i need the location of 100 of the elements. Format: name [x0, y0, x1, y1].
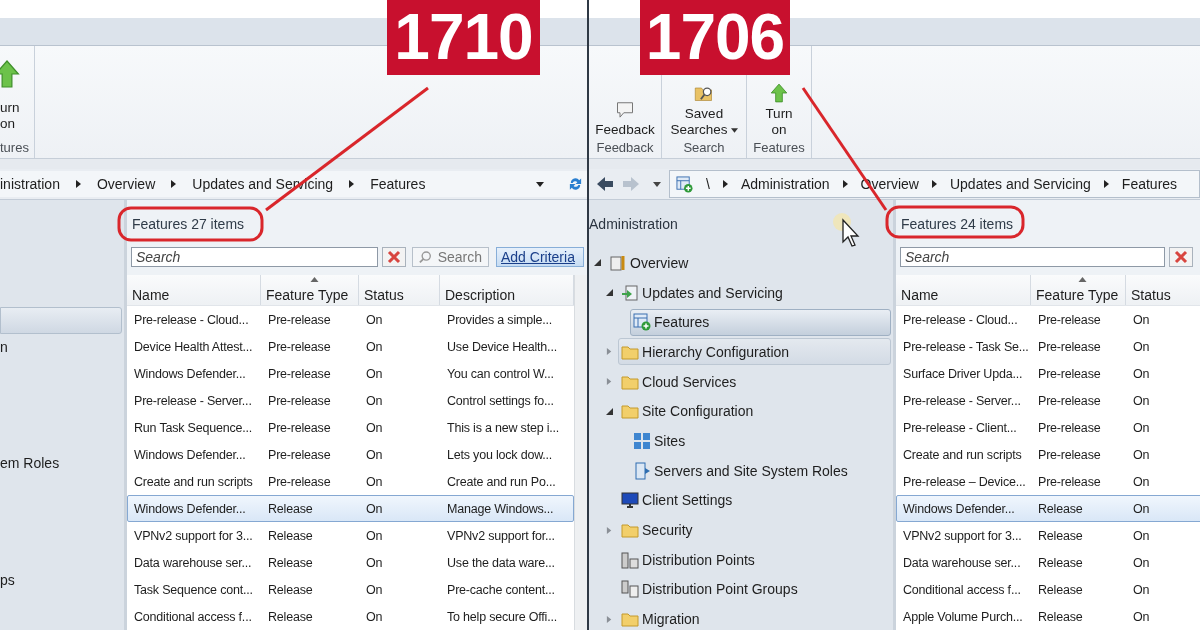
breadcrumb-item[interactable]: Administration — [740, 176, 830, 192]
server-icon — [633, 461, 651, 480]
table-row[interactable]: Device Health Attest... Pre-release On Use Device Health... — [127, 333, 574, 360]
caret-icon[interactable] — [653, 181, 661, 187]
table-cell-text: Surface Driver Upda... — [902, 365, 1024, 383]
column-header[interactable]: Feature Type — [1031, 275, 1126, 305]
table-row[interactable]: VPNv2 support for 3... Release On — [896, 522, 1200, 549]
ribbon-button[interactable]: urn on — [0, 58, 22, 140]
tree-item[interactable]: Distribution Point Groups — [618, 575, 803, 603]
table-row[interactable]: Pre-release - Server... Pre-release On — [896, 387, 1200, 414]
tree-item[interactable]: Sites — [630, 427, 691, 455]
ribbon-group-label: Features — [752, 140, 806, 157]
table-row[interactable]: Data warehouse ser... Release On — [896, 549, 1200, 576]
column-header[interactable]: Name — [896, 275, 1031, 305]
table-cell-text: On — [1132, 392, 1151, 410]
table-row[interactable]: Windows Defender... Pre-release On You can control W... — [127, 360, 574, 387]
tree-item[interactable]: Distribution Points — [618, 546, 760, 574]
speech-bubble-icon — [615, 99, 635, 119]
clear-button[interactable] — [382, 247, 406, 267]
scrollbar[interactable] — [574, 275, 587, 630]
back-arrow-icon[interactable] — [595, 175, 615, 193]
table-cell-text: Pre-release — [267, 446, 332, 464]
caret-icon[interactable] — [536, 181, 544, 187]
ribbon-button[interactable]: Saved Searches — [668, 83, 740, 140]
breadcrumb-item[interactable]: Features — [1121, 176, 1178, 192]
grid-icon — [633, 431, 651, 450]
table-row[interactable]: Data warehouse ser... Release On Use the data ware... — [127, 549, 574, 576]
breadcrumb-item[interactable]: Updates and Servicing — [949, 176, 1091, 192]
ribbon-button[interactable]: Turn on — [763, 83, 795, 140]
expanded-arrow-icon[interactable] — [594, 259, 601, 267]
table-row[interactable]: Pre-release - Cloud... Pre-release On — [896, 306, 1200, 333]
nav-item[interactable]: n — [0, 334, 122, 362]
column-header[interactable]: Status — [359, 275, 440, 305]
selected-row[interactable]: Windows Defender... Release On Manage Windows... — [127, 495, 574, 522]
table-row[interactable]: Task Sequence cont... Release On Pre-cache content... — [127, 576, 574, 603]
table-row[interactable]: Pre-release - Task Se... Pre-release On — [896, 333, 1200, 360]
collapsed-arrow-icon[interactable] — [606, 615, 613, 623]
table-row[interactable]: Pre-release – Device... Pre-release On — [896, 468, 1200, 495]
tree-item[interactable]: Hierarchy Configuration — [618, 338, 891, 366]
table-cell-text: Pre-release — [267, 419, 332, 437]
add-criteria-button[interactable]: Add Criteria — [496, 247, 584, 267]
tree-item[interactable]: Cloud Services — [618, 368, 742, 396]
table-cell-text: Pre-release — [1037, 311, 1102, 329]
expanded-arrow-icon[interactable] — [606, 407, 613, 415]
breadcrumb-item[interactable]: Overview — [96, 176, 156, 192]
table-cell-text: On — [1132, 527, 1151, 545]
folder-icon — [621, 611, 639, 628]
ribbon-button[interactable]: Feedback — [593, 99, 657, 140]
collapsed-arrow-icon[interactable] — [606, 526, 613, 534]
clear-button[interactable] — [1169, 247, 1193, 267]
selected-row[interactable]: Windows Defender... Release On — [896, 495, 1200, 522]
nav-item[interactable]: ps — [0, 566, 122, 594]
tree-item[interactable]: Features — [630, 308, 891, 336]
column-header[interactable]: Status — [1126, 275, 1200, 305]
table-row[interactable]: Windows Defender... Pre-release On Lets you lock dow... — [127, 441, 574, 468]
table-row[interactable]: Conditional access f... Release On — [896, 576, 1200, 603]
search-field[interactable]: Search — [131, 247, 378, 267]
table-cell-text: Task Sequence cont... — [133, 581, 254, 599]
refresh-icon[interactable] — [568, 175, 583, 193]
table-cell-text: Pre-release — [1037, 392, 1102, 410]
nav-item[interactable]: em Roles — [0, 450, 122, 478]
collapsed-arrow-icon[interactable] — [606, 348, 613, 356]
table-cell-text: On — [365, 311, 384, 329]
table-cell-text: Pre-release — [267, 473, 332, 491]
table-cell-text: Release — [267, 608, 314, 626]
tree-item[interactable]: Migration — [618, 605, 705, 630]
tree-item[interactable]: Overview — [606, 249, 694, 277]
table-cell-text: Pre-release — [267, 392, 332, 410]
breadcrumb-item[interactable]: \ — [706, 176, 710, 192]
table-cell-text: Pre-release — [267, 311, 332, 329]
tree-item[interactable]: Client Settings — [618, 486, 738, 514]
table-row[interactable]: VPNv2 support for 3... Release On VPNv2 support for... — [127, 522, 574, 549]
table-cell-text: Provides a simple... — [446, 311, 554, 329]
version-label: 1710 — [387, 0, 540, 75]
breadcrumb-item[interactable]: Features — [370, 176, 426, 192]
table-row[interactable]: Create and run scripts Pre-release On Create and run Po... — [127, 468, 574, 495]
table-plus-icon — [633, 313, 651, 332]
breadcrumb-item[interactable]: inistration — [0, 176, 60, 192]
tree-item[interactable]: Site Configuration — [618, 397, 759, 425]
tree-item[interactable]: Servers and Site System Roles — [630, 457, 853, 485]
table-row[interactable]: Conditional access f... Release On To help secure Offi... — [127, 603, 574, 630]
ribbon-group-label: Search — [682, 140, 726, 157]
expanded-arrow-icon[interactable] — [606, 289, 613, 297]
collapsed-arrow-icon[interactable] — [606, 378, 613, 386]
tree-item[interactable]: Updates and Servicing — [618, 279, 788, 307]
table-row[interactable]: Pre-release - Client... Pre-release On — [896, 414, 1200, 441]
tree-item[interactable]: Security — [618, 516, 698, 544]
table-cell-text: On — [365, 365, 384, 383]
table-row[interactable]: Pre-release - Cloud... Pre-release On Provides a simple... — [127, 306, 574, 333]
search-button[interactable]: Search — [412, 247, 489, 267]
table-row[interactable]: Surface Driver Upda... Pre-release On — [896, 360, 1200, 387]
search-field[interactable]: Search — [900, 247, 1165, 267]
table-row[interactable]: Pre-release - Server... Pre-release On Control settings fo... — [127, 387, 574, 414]
table-row[interactable]: Run Task Sequence... Pre-release On This is a new step i... — [127, 414, 574, 441]
table-row[interactable]: Create and run scripts Pre-release On — [896, 441, 1200, 468]
table-row[interactable]: Apple Volume Purch... Release On — [896, 603, 1200, 630]
column-header[interactable]: Name — [127, 275, 261, 305]
chevron-icon — [349, 180, 355, 188]
table-cell-text: Release — [267, 500, 314, 518]
column-header[interactable]: Feature Type — [261, 275, 359, 305]
